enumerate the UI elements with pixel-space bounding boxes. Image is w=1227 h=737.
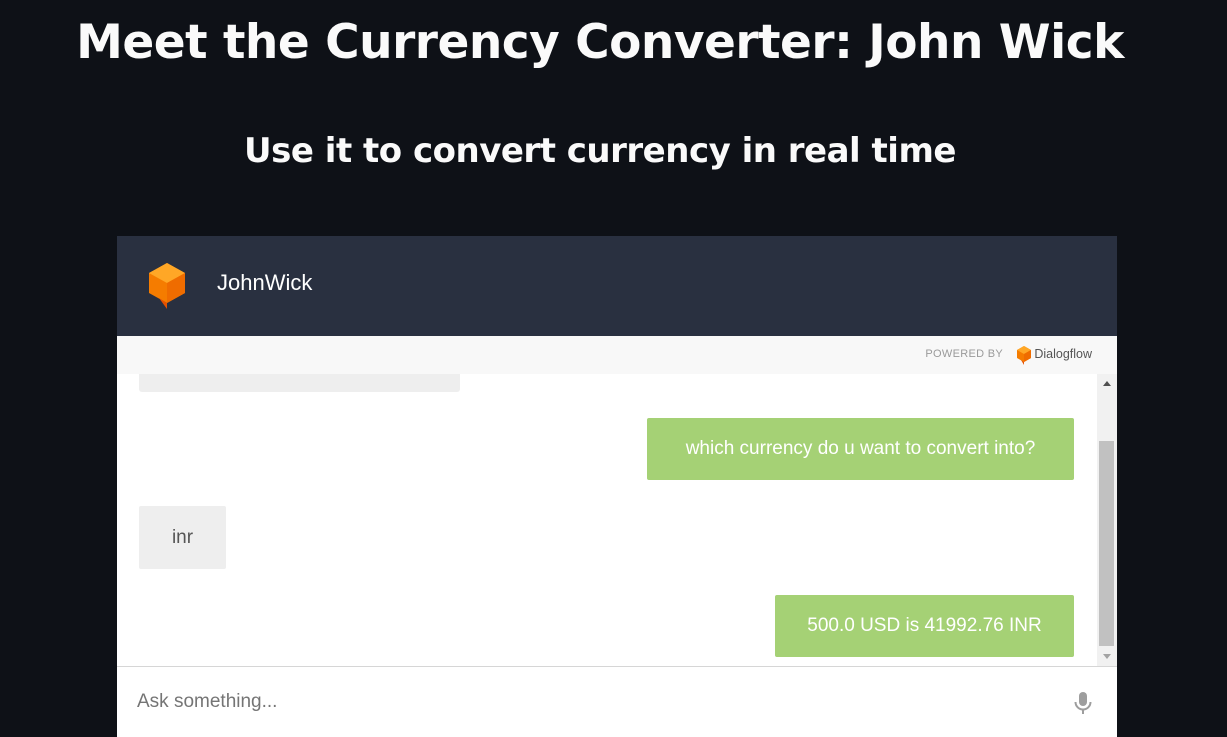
scrollbar-thumb[interactable] [1099,441,1114,646]
powered-by-bar: POWERED BY Dialogflow [117,336,1117,374]
dialogflow-cube-icon [149,263,185,309]
chat-widget: JohnWick POWERED BY Dialogflow which cur… [117,236,1117,737]
message-list[interactable]: which currency do u want to convert into… [117,374,1097,666]
bot-name: JohnWick [217,270,313,295]
page: Meet the Currency Converter: John Wick U… [0,0,1227,737]
dialogflow-name[interactable]: Dialogflow [1034,347,1092,361]
dialogflow-logo-icon [1017,346,1031,365]
user-message-bubble [139,374,460,392]
chat-input[interactable] [137,685,1037,719]
powered-by-label: POWERED BY [925,348,1003,360]
chat-input-bar [117,666,1117,737]
user-message-bubble: inr [139,506,226,569]
scroll-down-arrow-icon[interactable] [1103,654,1111,659]
bot-message-bubble: 500.0 USD is 41992.76 INR [775,595,1074,657]
microphone-icon[interactable] [1072,691,1094,715]
chat-header: JohnWick [117,236,1117,336]
message-scrollbar[interactable] [1097,374,1117,666]
bot-message-bubble: which currency do u want to convert into… [647,418,1074,480]
page-subtitle: Use it to convert currency in real time [244,131,956,171]
page-title: Meet the Currency Converter: John Wick [76,15,1124,70]
scroll-up-arrow-icon[interactable] [1103,381,1111,386]
